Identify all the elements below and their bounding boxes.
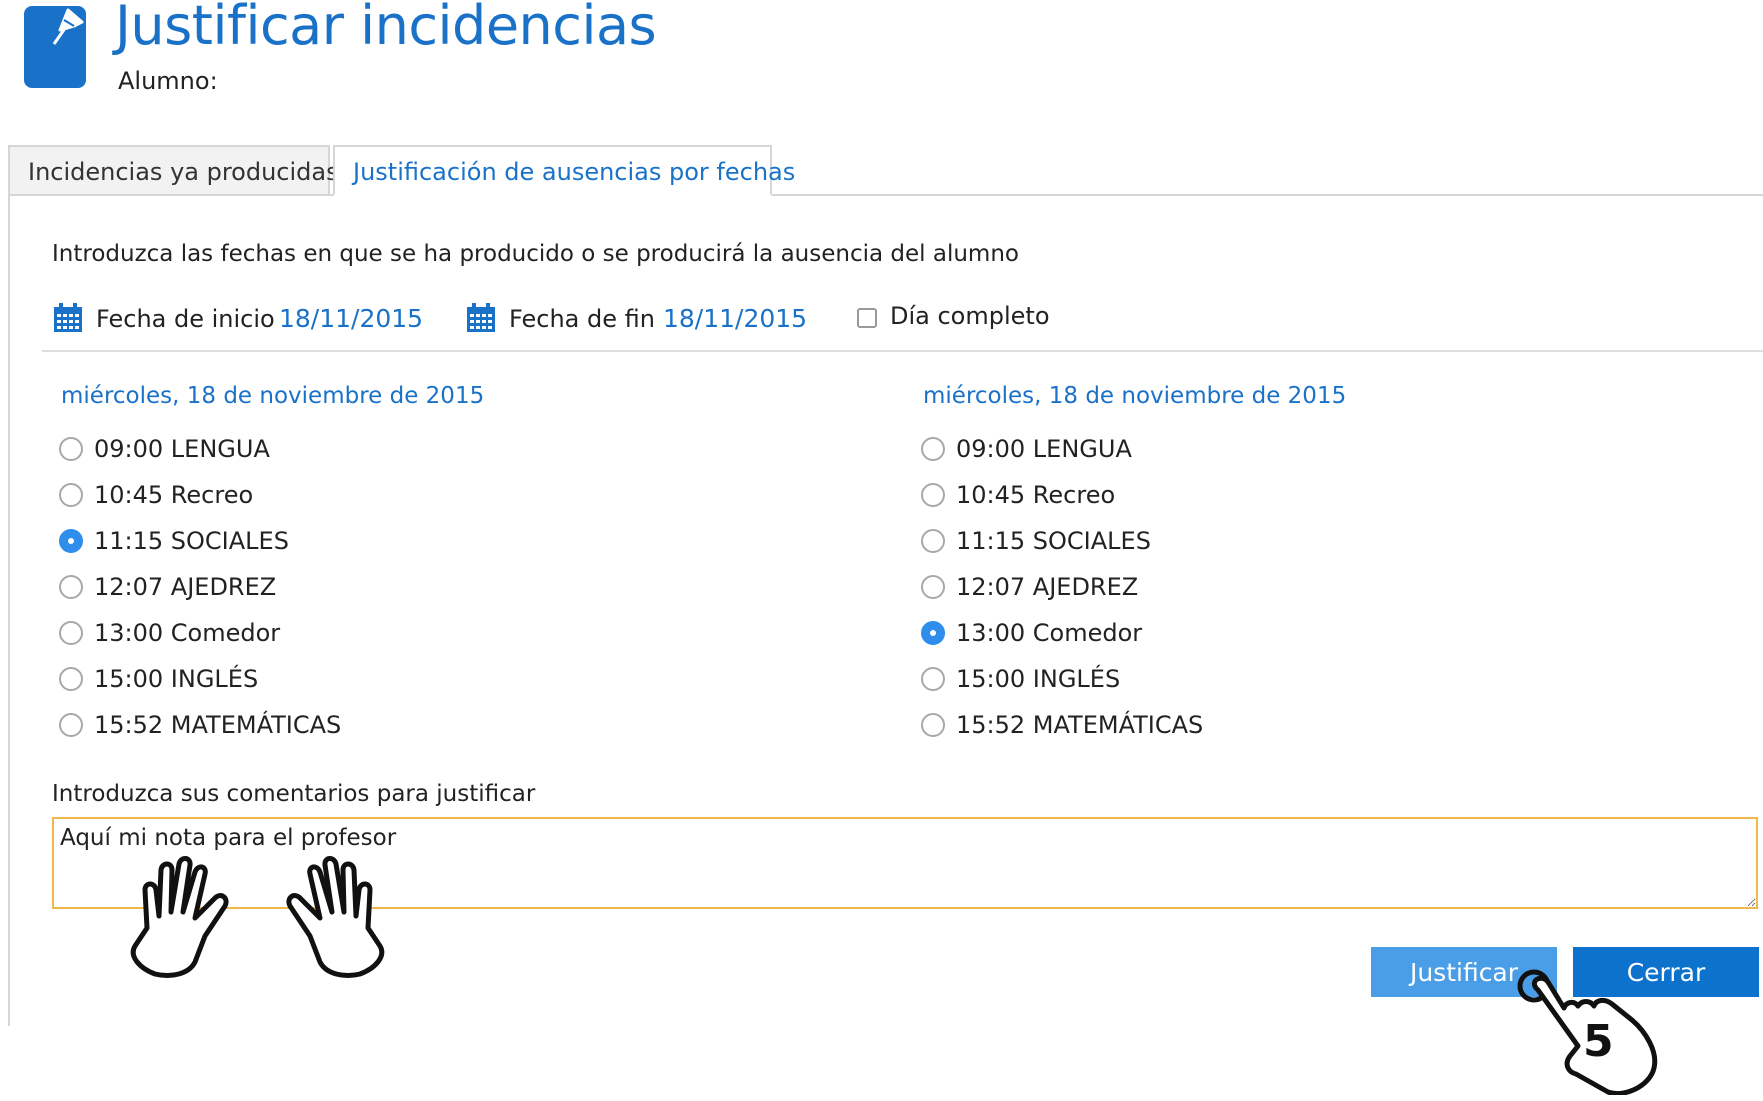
tab-absence-by-dates[interactable]: Justificación de ausencias por fechas [333, 145, 795, 196]
start-column-date: miércoles, 18 de noviembre de 2015 [61, 383, 485, 409]
start-date-label: Fecha de inicio [96, 305, 275, 333]
start-slot-1115-sociales[interactable]: 11:15 SOCIALES [59, 526, 289, 556]
tab-past-incidents[interactable]: Incidencias ya producidas [8, 145, 339, 194]
end-slot-1045-recreo[interactable]: 10:45 Recreo [921, 480, 1115, 510]
start-slot-0900-lengua[interactable]: 09:00 LENGUA [59, 434, 270, 464]
full-day-label: Día completo [890, 302, 1050, 330]
radio-button[interactable] [921, 667, 945, 691]
typing-hands-icon [286, 856, 385, 978]
full-day-checkbox[interactable] [857, 308, 877, 328]
radio-button[interactable] [921, 437, 945, 461]
radio-button[interactable] [59, 713, 83, 737]
radio-button[interactable] [59, 667, 83, 691]
radio-button[interactable] [59, 575, 83, 599]
typing-hands-icon [130, 856, 229, 978]
radio-button[interactable] [921, 713, 945, 737]
end-slot-1207-ajedrez[interactable]: 12:07 AJEDREZ [921, 572, 1138, 602]
radio-button[interactable] [59, 621, 83, 645]
start-slot-1500-ingles[interactable]: 15:00 INGLÉS [59, 664, 258, 694]
radio-button[interactable] [59, 437, 83, 461]
calendar-icon[interactable] [53, 303, 83, 333]
radio-button-selected[interactable] [59, 529, 83, 553]
end-slot-1115-sociales[interactable]: 11:15 SOCIALES [921, 526, 1151, 556]
comments-label: Introduzca sus comentarios para justific… [52, 781, 536, 807]
end-slot-0900-lengua[interactable]: 09:00 LENGUA [921, 434, 1132, 464]
start-slot-1045-recreo[interactable]: 10:45 Recreo [59, 480, 253, 510]
calendar-icon[interactable] [466, 303, 496, 333]
start-slot-1300-comedor[interactable]: 13:00 Comedor [59, 618, 280, 648]
end-column-date: miércoles, 18 de noviembre de 2015 [923, 383, 1347, 409]
start-slot-1552-matematicas[interactable]: 15:52 MATEMÁTICAS [59, 710, 341, 740]
step-number: 5 [1583, 1016, 1614, 1067]
start-date-value[interactable]: 18/11/2015 [279, 304, 423, 333]
radio-button[interactable] [59, 483, 83, 507]
radio-button[interactable] [921, 483, 945, 507]
student-label: Alumno: [118, 67, 218, 95]
instructions-text: Introduzca las fechas en que se ha produ… [52, 241, 1019, 267]
end-slot-1300-comedor[interactable]: 13:00 Comedor [921, 618, 1142, 648]
radio-button[interactable] [921, 529, 945, 553]
panel-border [8, 194, 10, 1026]
end-slot-1500-ingles[interactable]: 15:00 INGLÉS [921, 664, 1120, 694]
end-date-label: Fecha de fin [509, 305, 655, 333]
justify-incidents-app-icon [24, 6, 86, 88]
radio-button[interactable] [921, 575, 945, 599]
radio-button-selected[interactable] [921, 621, 945, 645]
start-slot-1207-ajedrez[interactable]: 12:07 AJEDREZ [59, 572, 276, 602]
end-date-value[interactable]: 18/11/2015 [663, 304, 807, 333]
end-slot-1552-matematicas[interactable]: 15:52 MATEMÁTICAS [921, 710, 1203, 740]
page-title: Justificar incidencias [115, 0, 657, 57]
section-divider [42, 350, 1763, 352]
